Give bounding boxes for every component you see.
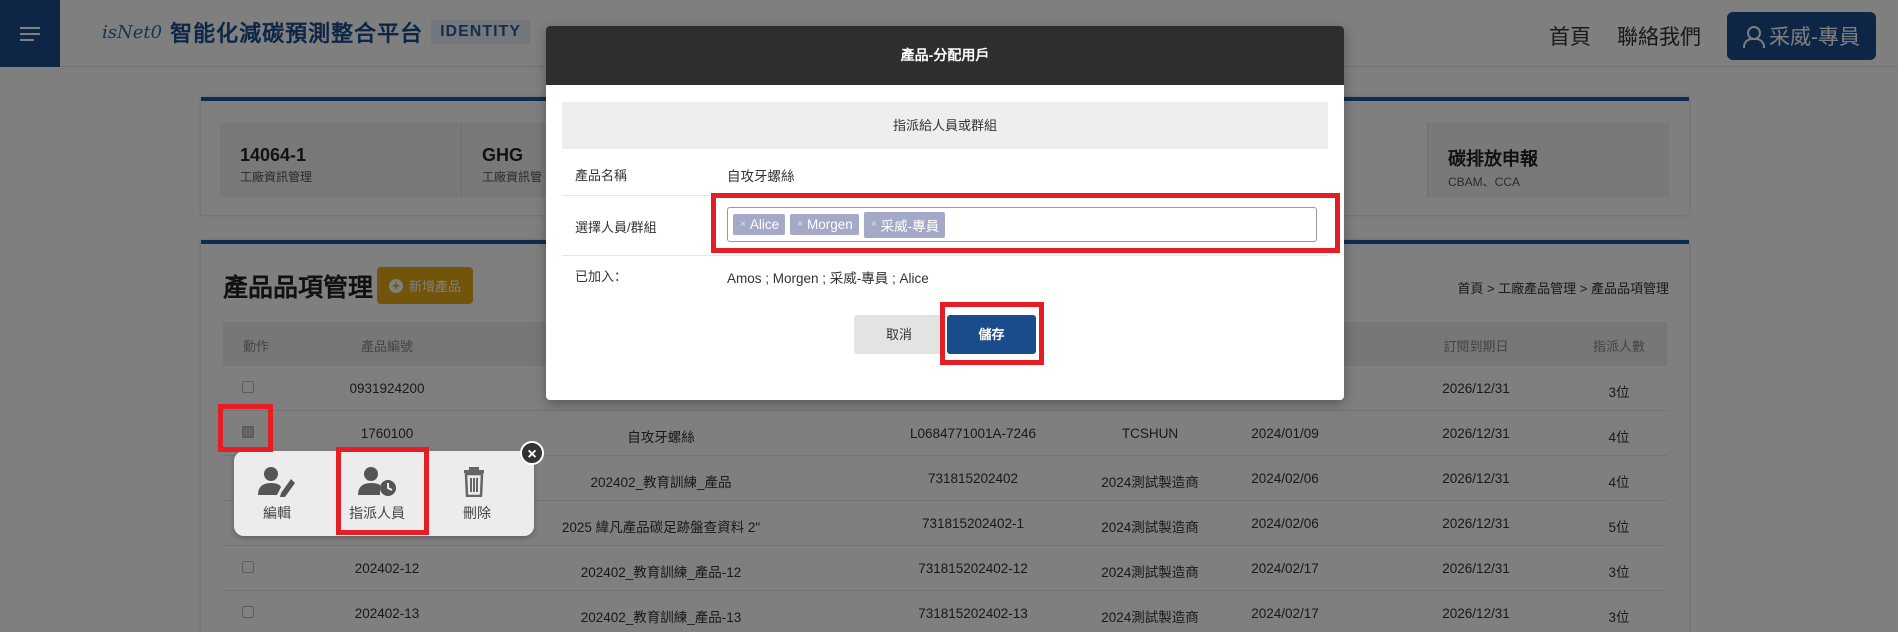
product-name-label: 產品名稱 <box>575 168 628 183</box>
product-name-row: 產品名稱 自攻牙螺絲 <box>562 149 1328 196</box>
user-clock-icon <box>358 467 396 496</box>
joined-row: 已加入： Amos ; Morgen ; 采威-專員 ; Alice <box>562 256 1328 298</box>
save-button[interactable]: 儲存 <box>947 315 1036 354</box>
user-edit-icon <box>258 467 295 497</box>
delete-label: 刪除 <box>463 505 491 521</box>
delete-action[interactable]: 刪除 <box>437 465 517 523</box>
modal-title: 產品-分配用戶 <box>546 26 1344 85</box>
user-group-select[interactable]: × Alice × Morgen × 采威-專員 <box>727 207 1317 242</box>
selected-tag[interactable]: × 采威-專員 <box>863 211 946 238</box>
close-popup-icon[interactable]: × <box>520 441 544 465</box>
tag-label: Morgen <box>806 217 853 232</box>
tag-label: 采威-專員 <box>880 218 940 234</box>
assign-action[interactable]: 指派人員 <box>337 465 417 523</box>
selected-tag[interactable]: × Alice <box>733 214 786 235</box>
assign-users-modal: 產品-分配用戶 指派給人員或群組 產品名稱 自攻牙螺絲 選擇人員/群組 × Ali… <box>546 26 1344 400</box>
tag-label: Alice <box>749 217 780 232</box>
row-action-popup: 編輯 指派人員 刪除 <box>234 451 534 536</box>
tag-remove-icon[interactable]: × <box>740 219 746 230</box>
product-name-value: 自攻牙螺絲 <box>727 169 795 184</box>
select-users-label: 選擇人員/群組 <box>575 220 657 235</box>
cancel-button[interactable]: 取消 <box>854 315 944 354</box>
joined-label: 已加入： <box>575 269 628 284</box>
tag-remove-icon[interactable]: × <box>797 219 803 230</box>
joined-value: Amos ; Morgen ; 采威-專員 ; Alice <box>727 271 929 286</box>
edit-label: 編輯 <box>263 505 291 521</box>
trash-icon <box>464 467 484 497</box>
assign-label: 指派人員 <box>349 505 405 521</box>
edit-action[interactable]: 編輯 <box>237 465 317 523</box>
tag-remove-icon[interactable]: × <box>871 219 877 230</box>
selected-tag[interactable]: × Morgen <box>790 214 859 235</box>
modal-section-title: 指派給人員或群組 <box>562 102 1328 149</box>
